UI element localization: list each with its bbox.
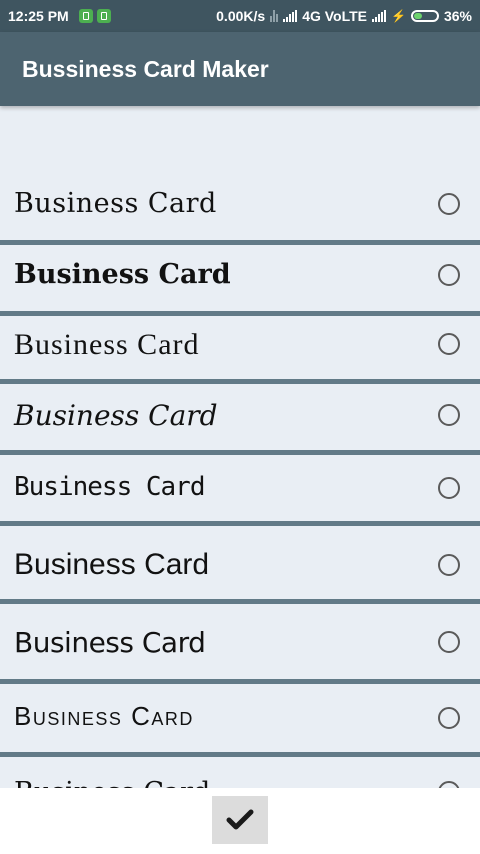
font-option-label: Business Card [14, 472, 205, 502]
font-option-6[interactable]: Business Card [0, 526, 480, 599]
status-right: 0.00K/s 4G VoLTE ⚡ 36% [216, 8, 472, 24]
radio-button[interactable] [438, 554, 460, 576]
signal-strength-icon [283, 10, 298, 22]
checkmark-icon [226, 809, 254, 830]
font-style-list[interactable]: Business Card Business Card Business Car… [0, 106, 480, 788]
confirm-button[interactable] [212, 796, 268, 844]
font-option-9[interactable]: Business Card [0, 757, 480, 788]
font-option-label: Business Card [14, 399, 218, 432]
font-option-label: Business Card [14, 777, 210, 788]
radio-button[interactable] [438, 477, 460, 499]
bottom-bar [0, 788, 480, 854]
font-option-label: Business Card [14, 259, 231, 290]
radio-button[interactable] [438, 264, 460, 286]
signal-strength-icon [372, 10, 387, 22]
status-bar: 12:25 PM 0.00K/s 4G VoLTE ⚡ 36% [0, 0, 480, 32]
font-option-5[interactable]: Business Card [0, 455, 480, 521]
font-option-2[interactable]: Business Card [0, 245, 480, 311]
font-option-7[interactable]: Business Card [0, 604, 480, 679]
notification-icon [96, 9, 111, 23]
radio-button[interactable] [438, 333, 460, 355]
app-title: Bussiness Card Maker [22, 56, 269, 82]
data-transfer-icon [270, 10, 279, 22]
font-option-label: Business Card [14, 548, 210, 581]
radio-button[interactable] [438, 781, 460, 788]
font-option-label: Business Card [14, 328, 200, 361]
font-option-label: Business Card [14, 701, 194, 731]
app-bar: Bussiness Card Maker [0, 32, 480, 106]
battery-fill [413, 13, 422, 19]
font-option-label: Business Card [14, 626, 206, 659]
battery-icon [410, 10, 439, 22]
radio-button[interactable] [438, 707, 460, 729]
battery-percent: 36% [443, 8, 472, 24]
radio-button[interactable] [438, 193, 460, 215]
font-option-label: Business Card [14, 188, 217, 219]
radio-button[interactable] [438, 631, 460, 653]
status-left: 12:25 PM [8, 8, 111, 24]
charging-icon: ⚡ [391, 9, 406, 23]
network-type: 4G VoLTE [302, 8, 368, 24]
network-speed: 0.00K/s [216, 8, 266, 24]
font-option-4[interactable]: Business Card [0, 384, 480, 450]
font-option-3[interactable]: Business Card [0, 316, 480, 379]
font-option-8[interactable]: Business Card [0, 684, 480, 752]
radio-button[interactable] [438, 404, 460, 426]
notification-icon [78, 9, 93, 23]
status-time: 12:25 PM [8, 8, 69, 24]
font-option-1[interactable]: Business Card [0, 160, 480, 240]
